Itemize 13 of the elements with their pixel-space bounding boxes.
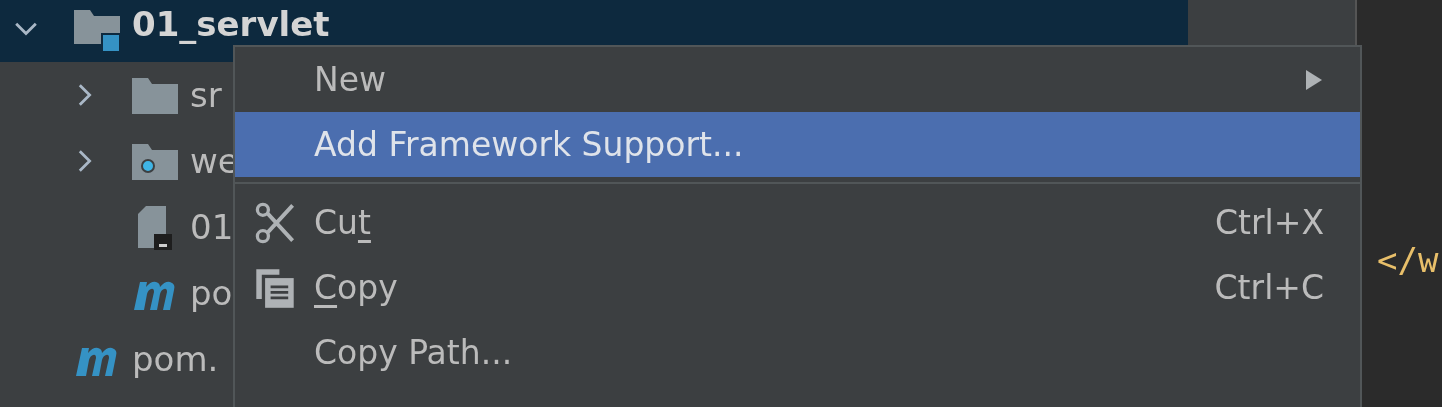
menu-item-label: Cut (314, 203, 372, 242)
tree-item-label: sr (190, 75, 222, 115)
menu-item-label: Copy Path... (314, 333, 514, 372)
menu-item-label: Copy (314, 268, 399, 307)
tree-item-label: 01 (190, 207, 234, 247)
shortcut-text: Ctrl+X (1215, 203, 1324, 242)
code-text: </w (1377, 240, 1439, 280)
menu-item-label: New (314, 60, 387, 99)
tree-item-label: pom. (132, 339, 219, 379)
tree-item-label: po (190, 273, 233, 313)
menu-item-label: Add Framework Support... (314, 125, 745, 164)
shortcut-text: Ctrl+C (1214, 268, 1324, 307)
tree-item-label: 01_servlet (132, 6, 330, 44)
